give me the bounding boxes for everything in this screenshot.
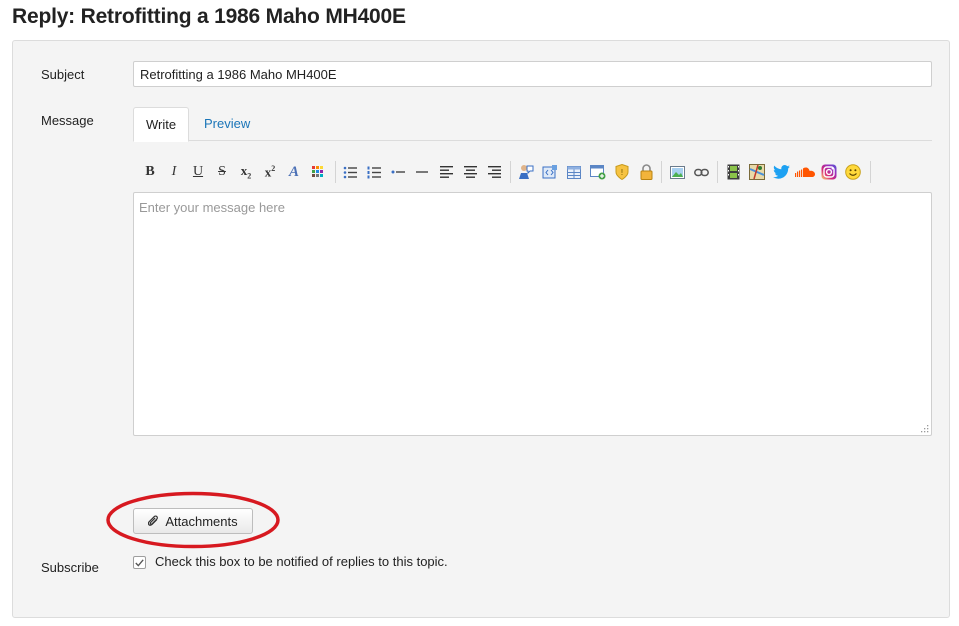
color-icon[interactable] (307, 160, 329, 184)
toolbar-separator (661, 161, 662, 183)
resize-handle-icon[interactable] (920, 424, 929, 433)
attachments-button[interactable]: Attachments (133, 508, 253, 534)
subscript-icon[interactable]: x2 (235, 160, 257, 184)
toolbar-separator (717, 161, 718, 183)
toolbar-separator (510, 161, 511, 183)
checkmark-icon (135, 558, 144, 567)
subscribe-checkbox[interactable] (133, 556, 146, 569)
subscript-glyph: x2 (240, 163, 252, 181)
editor-toolbar: B I U S x2 x2 A ! (137, 160, 937, 186)
editor-tabs: Write Preview (133, 107, 932, 142)
image-icon[interactable] (666, 160, 688, 184)
bold-glyph: B (145, 164, 155, 179)
italic-icon[interactable]: I (163, 160, 185, 184)
message-textarea[interactable] (133, 192, 932, 436)
map-icon[interactable] (746, 160, 768, 184)
subscribe-label: Subscribe (41, 560, 99, 575)
subject-label: Subject (41, 67, 85, 82)
toolbar-separator (335, 161, 336, 183)
twitter-icon[interactable] (770, 160, 792, 184)
lock-icon[interactable] (635, 160, 657, 184)
reply-form-panel: Subject Message Write Preview B I U S x2… (12, 40, 950, 618)
tab-write[interactable]: Write (133, 107, 190, 142)
font-glyph: A (288, 163, 299, 180)
ordered-list-icon[interactable] (363, 160, 385, 184)
outdent-icon[interactable] (387, 160, 409, 184)
align-right-icon[interactable] (483, 160, 505, 184)
align-left-icon[interactable] (435, 160, 457, 184)
smiley-icon[interactable] (842, 160, 864, 184)
subscribe-text: Check this box to be notified of replies… (155, 554, 448, 569)
strike-glyph: S (218, 164, 226, 179)
video-icon[interactable] (722, 160, 744, 184)
font-face-icon[interactable]: A (283, 160, 305, 184)
horizontal-rule-icon[interactable] (411, 160, 433, 184)
toolbar-separator (870, 161, 871, 183)
underline-glyph: U (192, 164, 204, 179)
message-label: Message (41, 113, 94, 128)
underline-icon[interactable]: U (187, 160, 209, 184)
strikethrough-icon[interactable]: S (211, 160, 233, 184)
hide-icon[interactable] (587, 160, 609, 184)
bold-icon[interactable]: B (139, 160, 161, 184)
soundcloud-icon[interactable] (794, 160, 816, 184)
tab-preview[interactable]: Preview (192, 107, 262, 141)
link-icon[interactable] (690, 160, 712, 184)
subject-input[interactable] (133, 61, 932, 87)
unordered-list-icon[interactable] (339, 160, 361, 184)
instagram-icon[interactable] (818, 160, 840, 184)
superscript-glyph: x2 (264, 163, 276, 180)
spoiler-icon[interactable]: ! (611, 160, 633, 184)
svg-text:!: ! (620, 168, 623, 177)
table-icon[interactable] (563, 160, 585, 184)
page-title: Reply: Retrofitting a 1986 Maho MH400E (12, 5, 406, 28)
paperclip-icon (148, 514, 159, 526)
attachments-label: Attachments (165, 513, 238, 529)
superscript-icon[interactable]: x2 (259, 160, 281, 184)
align-center-icon[interactable] (459, 160, 481, 184)
italic-glyph: I (171, 164, 177, 179)
code-icon[interactable] (539, 160, 561, 184)
quote-icon[interactable] (515, 160, 537, 184)
